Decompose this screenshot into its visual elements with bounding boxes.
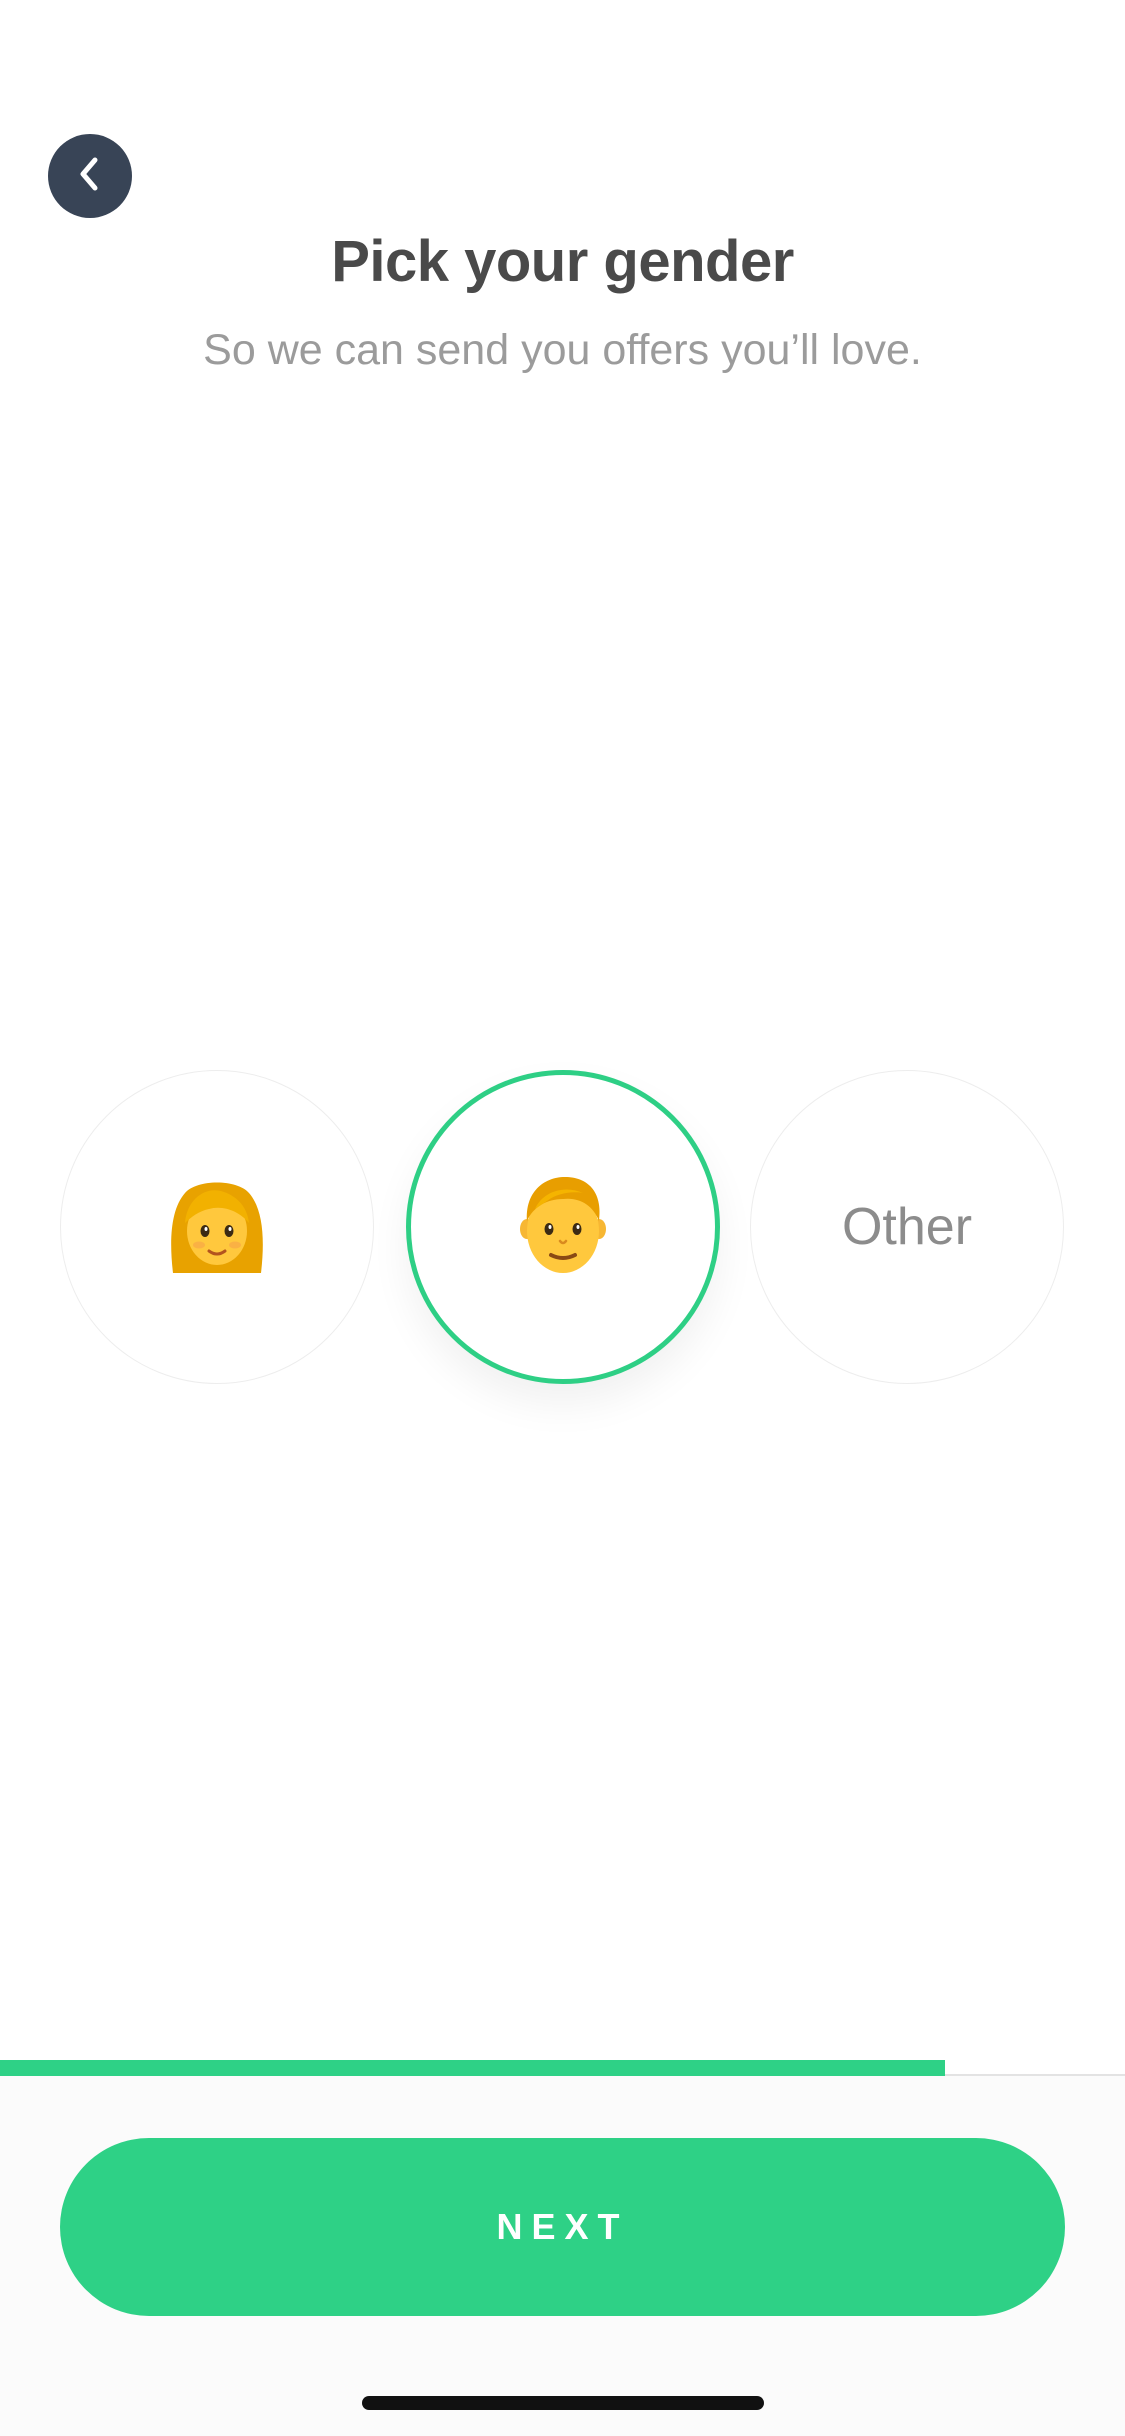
- page-subtitle: So we can send you offers you’ll love.: [203, 326, 922, 374]
- progress-bar: [0, 2060, 945, 2076]
- gender-option-other[interactable]: Other: [750, 1070, 1064, 1384]
- home-indicator: [362, 2396, 764, 2410]
- next-button[interactable]: NEXT: [60, 2138, 1065, 2316]
- gender-options: Other: [0, 1070, 1125, 1386]
- gender-option-other-label: Other: [841, 1198, 973, 1256]
- chevron-left-icon: [75, 154, 105, 199]
- gender-option-female[interactable]: [60, 1070, 374, 1384]
- man-emoji-icon: [513, 1169, 613, 1286]
- next-button-label: NEXT: [496, 2206, 629, 2247]
- back-button[interactable]: [48, 134, 132, 218]
- woman-emoji-icon: [161, 1169, 273, 1286]
- gender-option-male[interactable]: [406, 1070, 720, 1384]
- page-title: Pick your gender: [331, 229, 794, 294]
